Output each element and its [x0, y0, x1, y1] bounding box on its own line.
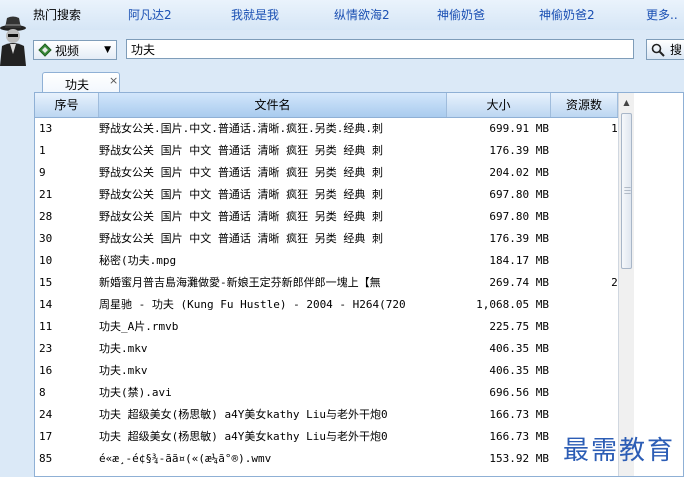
cell-index: 10 — [39, 254, 53, 267]
cell-index: 1 — [39, 144, 46, 157]
table-row[interactable]: 23功夫.mkv406.35 MB1 — [35, 338, 633, 360]
table-row[interactable]: 28 野战女公关 国片 中文 普通话 清晰 疯狂 另类 经典 刺 697.80 MB… — [35, 206, 633, 228]
detective-avatar-icon — [0, 16, 26, 66]
cell-size: 153.92 MB — [489, 452, 549, 465]
vertical-scrollbar[interactable]: ▲ — — — — [618, 93, 634, 476]
cell-index: 8 — [39, 386, 46, 399]
cell-size: 204.02 MB — [489, 166, 549, 179]
results-table: 13 野战女公关.国片.中文.普通话.清晰.疯狂.另类.经典.刺 699.91 MB… — [35, 118, 633, 470]
table-row[interactable]: 14 周星驰 - 功夫 (Kung Fu Hustle) - 2004 - H26… — [35, 294, 633, 316]
cell-index: 14 — [39, 298, 53, 311]
table-row[interactable]: 8功夫(禁).avi696.56 MB1 — [35, 382, 633, 404]
cell-size: 184.17 MB — [489, 254, 549, 267]
cell-index: 11 — [39, 320, 53, 333]
table-row[interactable]: 1野战女公关 国片 中文 普通话 清晰 疯狂 另类 经典 刺176.39 MB1… — [35, 140, 633, 162]
column-header-count[interactable]: 资源数 — [551, 93, 618, 117]
cell-filename: 周星驰 - 功夫 (Kung Fu Hustle) - 2004 - H264(… — [99, 298, 406, 311]
table-row[interactable]: 21 野战女公关 国片 中文 普通话 清晰 疯狂 另类 经典 刺 697.80 MB… — [35, 184, 633, 206]
cell-index: 17 — [39, 430, 53, 443]
cell-index: 15 — [39, 276, 53, 289]
cell-filename: 野战女公关 国片 中文 普通话 清晰 疯狂 另类 经典 刺 — [99, 144, 383, 157]
cell-index: 13 — [39, 122, 53, 135]
cell-size: 406.35 MB — [489, 364, 549, 377]
cell-filename: 新婚蜜月普吉島海灘做愛-新娘王定芬新郎伴郎一塊上【無 — [99, 276, 381, 289]
scrollbar-thumb[interactable]: — — — — [621, 113, 632, 269]
search-button-label: 搜 — [670, 43, 683, 57]
cell-filename: 功夫.mkv — [99, 342, 148, 355]
grip-icon: — — — — [624, 183, 631, 197]
cell-index: 23 — [39, 342, 53, 355]
cell-filename: 野战女公关 国片 中文 普通话 清晰 疯狂 另类 经典 刺 — [99, 166, 383, 179]
cell-index: 24 — [39, 408, 53, 421]
cell-index: 28 — [39, 210, 53, 223]
cell-size: 269.74 MB — [489, 276, 549, 289]
table-row[interactable]: 10秘密(功夫.mpg184.17 MB1 — [35, 250, 633, 272]
cell-index: 30 — [39, 232, 53, 245]
hot-link-3[interactable]: 纵情欲海2 — [334, 6, 390, 23]
hot-link-5[interactable]: 神偷奶爸2 — [539, 6, 595, 23]
cell-size: 176.39 MB — [489, 232, 549, 245]
cell-filename: 野战女公关.国片.中文.普通话.清晰.疯狂.另类.经典.刺 — [99, 122, 383, 135]
cell-index: 85 — [39, 452, 53, 465]
more-link[interactable]: 更多.. — [646, 6, 678, 23]
table-row[interactable]: 15新婚蜜月普吉島海灘做愛-新娘王定芬新郎伴郎一塊上【無269.74 MB220 — [35, 272, 633, 294]
table-row[interactable]: 24 功夫 超级美女(杨思敏) a4Y美女kathy Liu与老外干炮0 166.7… — [35, 404, 633, 426]
column-header-size[interactable]: 大小 — [447, 93, 551, 117]
cell-size: 697.80 MB — [489, 210, 549, 223]
cell-size: 699.91 MB — [489, 122, 549, 135]
cell-filename: 功夫(禁).avi — [99, 386, 172, 399]
cell-size: 166.73 MB — [489, 408, 549, 421]
close-icon[interactable]: × — [109, 74, 118, 87]
hot-link-2[interactable]: 我就是我 — [231, 6, 279, 23]
cell-size: 176.39 MB — [489, 144, 549, 157]
table-row[interactable]: 11功夫_A片.rmvb225.75 MB1 — [35, 316, 633, 338]
cell-filename: 秘密(功夫.mpg — [99, 254, 177, 267]
cell-filename: 野战女公关 国片 中文 普通话 清晰 疯狂 另类 经典 刺 — [99, 232, 383, 245]
cell-filename: 功夫 超级美女(杨思敏) a4Y美女kathy Liu与老外干炮0 — [99, 430, 388, 443]
cell-filename: 功夫 超级美女(杨思敏) a4Y美女kathy Liu与老外干炮0 — [99, 408, 388, 421]
table-row[interactable]: 30 野战女公关 国片 中文 普通话 清晰 疯狂 另类 经典 刺 176.39 MB… — [35, 228, 633, 250]
table-row[interactable]: 16功夫.mkv406.35 MB1 — [35, 360, 633, 382]
hot-search-title: 热门搜索 — [33, 8, 82, 22]
watermark-text: 最需教育 — [563, 436, 676, 466]
table-row[interactable]: 17 功夫 超级美女(杨思敏) a4Y美女kathy Liu与老外干炮0 166.7… — [35, 426, 633, 448]
cell-filename: 野战女公关 国片 中文 普通话 清晰 疯狂 另类 经典 刺 — [99, 210, 383, 223]
cell-filename: 功夫.mkv — [99, 364, 148, 377]
dropdown-arrow-icon: ▼ — [104, 45, 111, 55]
hot-link-4[interactable]: 神偷奶爸 — [437, 6, 485, 23]
tab-result[interactable]: 功夫 × — [42, 72, 120, 93]
cell-size: 696.56 MB — [489, 386, 549, 399]
cell-filename: 功夫_A片.rmvb — [99, 320, 179, 333]
hot-link-1[interactable]: 阿凡达2 — [128, 6, 172, 23]
table-row[interactable]: 13 野战女公关.国片.中文.普通话.清晰.疯狂.另类.经典.刺 699.91 MB… — [35, 118, 633, 140]
column-header-index[interactable]: 序号 — [35, 93, 99, 117]
results-panel: 序号 文件名 大小 资源数 13 野战女公关.国片.中文.普通话.清晰.疯狂.另类… — [34, 92, 684, 477]
table-row[interactable]: 9野战女公关 国片 中文 普通话 清晰 疯狂 另类 经典 刺204.02 MB1 — [35, 162, 633, 184]
scroll-up-icon[interactable]: ▲ — [619, 95, 634, 111]
cell-index: 9 — [39, 166, 46, 179]
cell-index: 21 — [39, 188, 53, 201]
cell-size: 406.35 MB — [489, 342, 549, 355]
cell-size: 225.75 MB — [489, 320, 549, 333]
tab-label: 功夫 — [65, 78, 90, 92]
hot-search-bar: 热门搜索 阿凡达2 我就是我 纵情欲海2 神偷奶爸 神偷奶爸2 更多.. — [0, 0, 684, 30]
search-type-label: 视频 — [55, 43, 80, 58]
magnifier-icon — [651, 43, 665, 57]
cell-index: 16 — [39, 364, 53, 377]
search-input[interactable] — [126, 39, 634, 59]
cell-size: 166.73 MB — [489, 430, 549, 443]
column-header-filename[interactable]: 文件名 — [99, 93, 447, 117]
table-row[interactable]: 85é«æ¸-é¢§¾-ãã¤(«(æ¼ã°®).wmv153.92 MB1 — [35, 448, 633, 470]
diamond-icon — [38, 43, 52, 57]
search-button[interactable]: 搜 — [646, 39, 684, 60]
table-header: 序号 文件名 大小 资源数 — [35, 93, 633, 118]
cell-filename: é«æ¸-é¢§¾-ãã¤(«(æ¼ã°®).wmv — [99, 452, 272, 465]
cell-filename: 野战女公关 国片 中文 普通话 清晰 疯狂 另类 经典 刺 — [99, 188, 383, 201]
cell-size: 1,068.05 MB — [476, 298, 549, 311]
cell-size: 697.80 MB — [489, 188, 549, 201]
search-type-dropdown[interactable]: 视频 ▼ — [33, 40, 117, 60]
